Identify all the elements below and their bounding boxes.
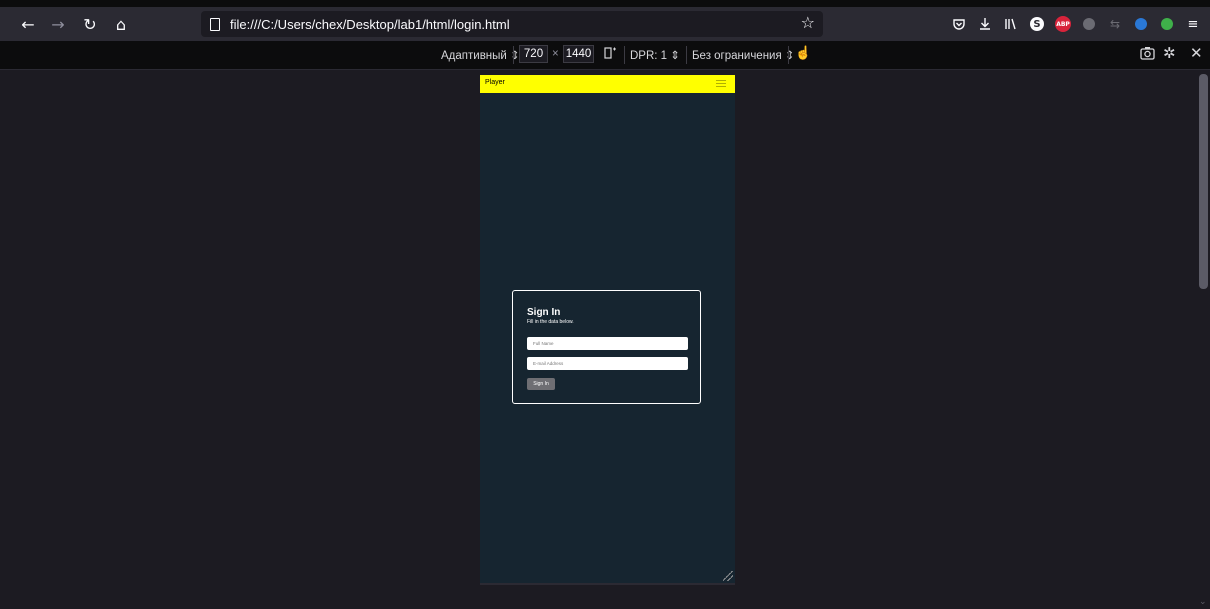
divider [624,46,625,64]
sync-icon[interactable]: S [1024,11,1050,37]
browser-toolbar: ← → ↻ ⌂ file:///C:/Users/chex/Desktop/la… [0,7,1210,41]
adblock-icon[interactable]: ABP [1050,11,1076,37]
responsive-design-toolbar: Адаптивный ⇕ 720 × 1440 DPR: 1 ⇕ Без огр… [0,41,1210,70]
device-bottom-edge [480,583,735,585]
home-icon[interactable]: ⌂ [106,9,136,39]
hamburger-icon[interactable] [716,80,726,87]
throttle-select[interactable]: Без ограничения ⇕ [692,48,795,62]
width-input[interactable]: 720 [519,45,548,63]
resize-grip-icon[interactable] [723,571,733,581]
star-icon[interactable]: ☆ [801,13,815,32]
menu-icon[interactable]: ≡ [1180,11,1206,37]
reload-icon[interactable]: ↻ [75,9,105,39]
signin-card: Sign In Fill in the data below. Sign In [512,290,701,404]
scrollbar[interactable]: ⌄ [1197,70,1210,609]
email-input[interactable] [527,357,688,370]
extension-arrows-icon[interactable]: ⇆ [1102,11,1128,37]
url-text[interactable]: file:///C:/Users/chex/Desktop/lab1/html/… [230,17,510,32]
scroll-down-icon[interactable]: ⌄ [1199,597,1207,607]
download-icon[interactable] [972,11,998,37]
height-input[interactable]: 1440 [563,45,594,63]
scrollbar-thumb[interactable] [1199,74,1208,289]
back-icon[interactable]: ← [13,9,43,39]
device-frame: Player Sign In Fill in the data below. S… [480,75,735,583]
extension-user-icon[interactable] [1076,11,1102,37]
signin-subtitle: Fill in the data below. [527,319,574,325]
touch-icon[interactable]: ☝ [795,45,811,61]
page-icon [210,17,220,31]
times-sign: × [552,48,559,60]
extension-shield-icon[interactable] [1128,11,1154,37]
brand-label[interactable]: Player [485,79,505,86]
divider [686,46,687,64]
forward-icon[interactable]: → [43,9,73,39]
url-bar[interactable]: file:///C:/Users/chex/Desktop/lab1/html/… [201,11,823,37]
rotate-icon[interactable] [603,46,617,63]
signin-title: Sign In [527,307,561,318]
settings-icon[interactable]: ✲ [1163,44,1176,62]
close-icon[interactable]: ✕ [1190,44,1203,62]
pocket-icon[interactable] [946,11,972,37]
app-header: Player [480,75,735,93]
screenshot-icon[interactable] [1140,46,1155,63]
tab-strip [0,0,1210,7]
library-icon[interactable] [998,11,1024,37]
divider [513,46,514,64]
device-select[interactable]: Адаптивный ⇕ [441,48,520,62]
dpr-select[interactable]: DPR: 1 ⇕ [630,48,680,62]
signin-button[interactable]: Sign In [527,378,555,390]
full-name-input[interactable] [527,337,688,350]
divider [788,46,789,64]
extension-download-icon[interactable] [1154,11,1180,37]
